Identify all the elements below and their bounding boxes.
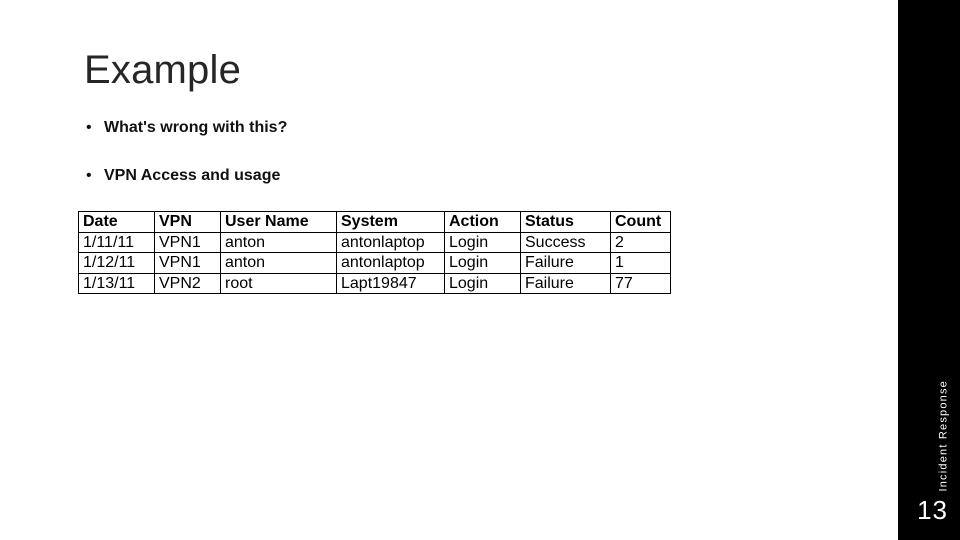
table-row: 1/13/11 VPN2 root Lapt19847 Login Failur… (79, 273, 671, 294)
cell-system: Lapt19847 (337, 273, 445, 294)
side-label: Incident Response (938, 380, 950, 492)
col-header-count: Count (611, 212, 671, 233)
col-header-user: User Name (221, 212, 337, 233)
cell-date: 1/11/11 (79, 232, 155, 253)
cell-vpn: VPN2 (155, 273, 221, 294)
vpn-access-table: Date VPN User Name System Action Status … (78, 211, 671, 294)
cell-system: antonlaptop (337, 232, 445, 253)
col-header-system: System (337, 212, 445, 233)
col-header-date: Date (79, 212, 155, 233)
cell-user: anton (221, 232, 337, 253)
page-number: 13 (917, 495, 948, 526)
table-header-row: Date VPN User Name System Action Status … (79, 212, 671, 233)
slide-title: Example (84, 48, 834, 93)
table-row: 1/12/11 VPN1 anton antonlaptop Login Fai… (79, 253, 671, 274)
cell-action: Login (445, 232, 521, 253)
slide: Example What's wrong with this? VPN Acce… (0, 0, 898, 540)
cell-action: Login (445, 253, 521, 274)
col-header-status: Status (521, 212, 611, 233)
bullet-list: What's wrong with this? VPN Access and u… (84, 119, 834, 185)
col-header-action: Action (445, 212, 521, 233)
cell-action: Login (445, 273, 521, 294)
cell-status: Failure (521, 253, 611, 274)
cell-vpn: VPN1 (155, 232, 221, 253)
cell-vpn: VPN1 (155, 253, 221, 274)
bullet-item: VPN Access and usage (84, 167, 834, 185)
cell-status: Success (521, 232, 611, 253)
cell-date: 1/13/11 (79, 273, 155, 294)
cell-count: 2 (611, 232, 671, 253)
cell-count: 77 (611, 273, 671, 294)
cell-status: Failure (521, 273, 611, 294)
cell-user: anton (221, 253, 337, 274)
cell-user: root (221, 273, 337, 294)
side-band: Incident Response 13 (898, 0, 960, 540)
cell-count: 1 (611, 253, 671, 274)
col-header-vpn: VPN (155, 212, 221, 233)
table-row: 1/11/11 VPN1 anton antonlaptop Login Suc… (79, 232, 671, 253)
cell-system: antonlaptop (337, 253, 445, 274)
cell-date: 1/12/11 (79, 253, 155, 274)
bullet-item: What's wrong with this? (84, 119, 834, 137)
